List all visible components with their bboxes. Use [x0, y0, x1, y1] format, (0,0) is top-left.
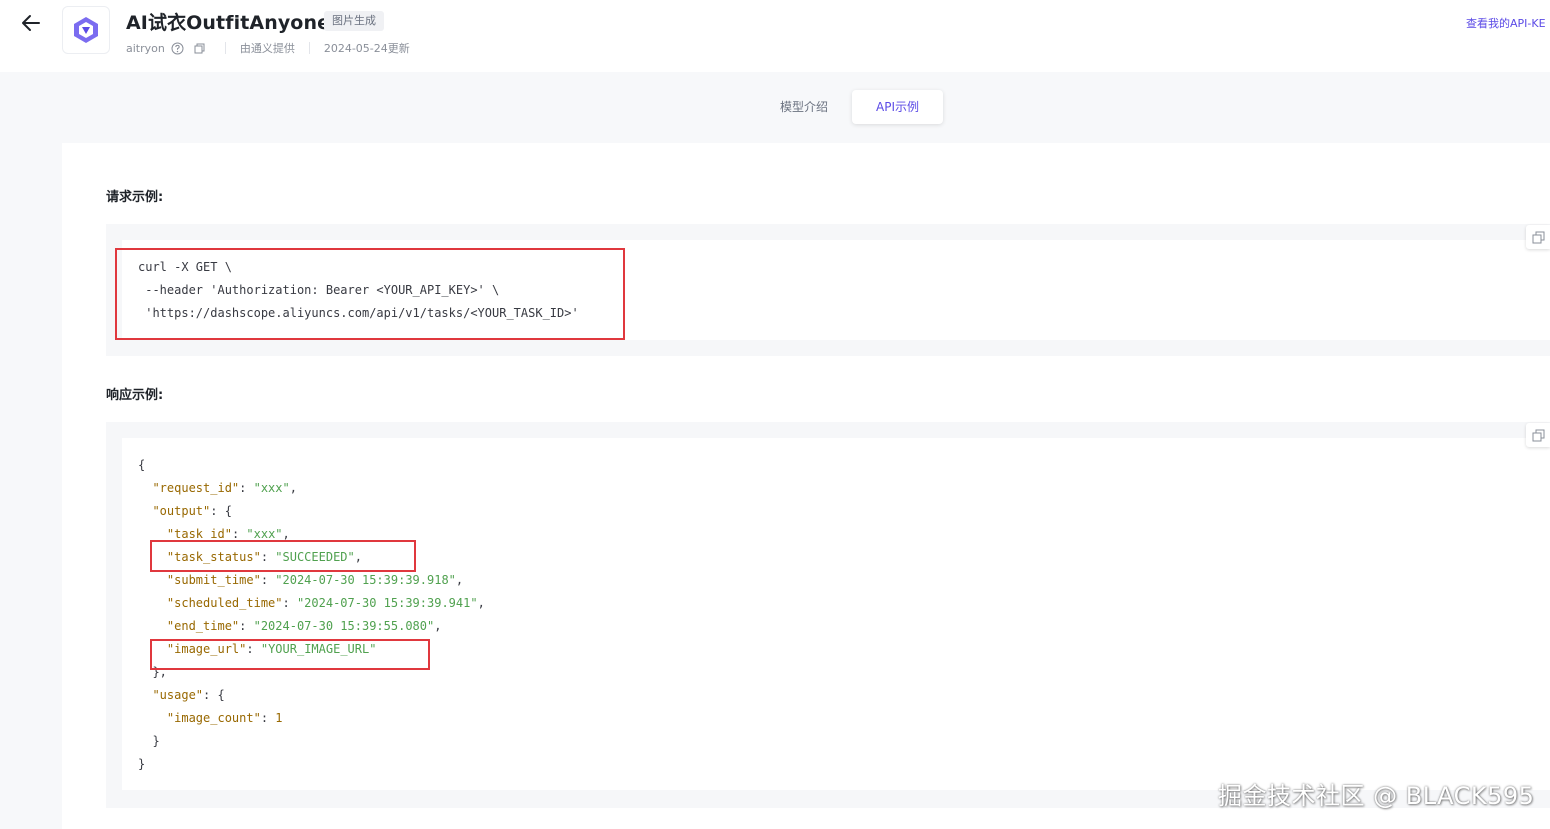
model-meta: aitryon 由通义提供 2024-05-24更新 [126, 40, 410, 56]
model-logo [62, 6, 110, 54]
response-code: { "request_id": "xxx", "output": { "task… [138, 454, 485, 776]
updated-date: 2024-05-24更新 [323, 42, 410, 55]
request-example-title: 请求示例: [106, 190, 164, 205]
highlight-box [150, 639, 430, 670]
copy-response-button[interactable] [1526, 423, 1550, 447]
model-id: aitryon [126, 41, 165, 55]
provider-text: 由通义提供 [239, 42, 295, 55]
code-line: } [138, 757, 146, 771]
watermark: 掘金技术社区 @ BLACK595 [1218, 782, 1535, 810]
help-button[interactable] [171, 42, 184, 55]
response-example-title: 响应示例: [106, 388, 164, 403]
page-header: AI试衣OutfitAnyone 图片生成 aitryon 由通义提供 2024… [0, 0, 1550, 72]
copy-model-id-button[interactable] [194, 43, 205, 54]
back-button[interactable] [18, 10, 44, 36]
view-api-key-link[interactable]: 查看我的API-KE [1466, 15, 1546, 31]
arrow-left-icon [22, 15, 40, 31]
highlight-box [115, 248, 625, 340]
question-circle-icon [171, 42, 184, 54]
tab-bar: 模型介绍 API示例 [756, 89, 944, 125]
code-line: } [138, 734, 160, 748]
tab-api-example[interactable]: API示例 [852, 90, 944, 124]
tab-model-intro[interactable]: 模型介绍 [756, 90, 852, 124]
highlight-box [150, 540, 416, 572]
page-title: AI试衣OutfitAnyone [126, 12, 331, 34]
divider [224, 42, 226, 54]
category-tag: 图片生成 [324, 11, 384, 31]
copy-icon [1532, 429, 1544, 441]
divider [308, 42, 310, 54]
code-line: "output": { [152, 504, 232, 518]
code-line: { [138, 458, 146, 472]
code-line: "usage": { [152, 688, 225, 702]
code-line: "scheduled_time": "2024-07-30 15:39:39.9… [166, 596, 485, 610]
code-line: "end_time": "2024-07-30 15:39:55.080", [166, 619, 442, 633]
copy-request-button[interactable] [1526, 225, 1550, 249]
copy-icon [194, 43, 205, 53]
code-line: "image_count": 1 [166, 711, 283, 725]
copy-icon [1532, 231, 1544, 243]
code-line: "submit_time": "2024-07-30 15:39:39.918"… [166, 573, 464, 587]
qwen-logo-icon [74, 17, 98, 43]
code-line: "request_id": "xxx", [152, 481, 297, 495]
